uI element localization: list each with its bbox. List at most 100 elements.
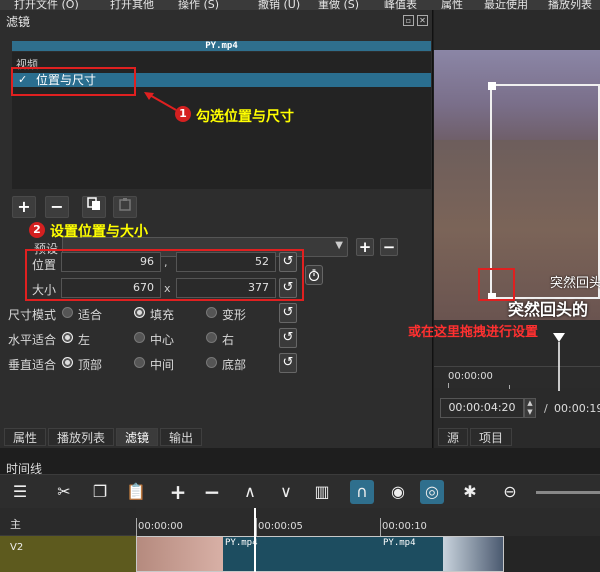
v-fit-bottom-label: 底部 (222, 358, 247, 372)
tab-source[interactable]: 源 (438, 428, 469, 446)
ripple-icon[interactable]: ◎ (420, 480, 444, 504)
v-fit-bottom-radio[interactable] (206, 357, 217, 368)
v-fit-middle-label: 中间 (150, 358, 175, 372)
add-filter-button[interactable]: + (12, 196, 36, 218)
size-mode-fit-radio[interactable] (62, 307, 73, 318)
playhead-marker-icon[interactable] (552, 333, 566, 393)
tab-playlist[interactable]: 播放列表 (48, 428, 115, 446)
ruler-label-0: 00:00:00 (138, 521, 183, 532)
zoom-slider[interactable] (536, 491, 600, 494)
track-main-label: 主 (10, 518, 21, 531)
lift-icon[interactable]: ∧ (238, 480, 262, 504)
close-panel-icon[interactable]: ✕ (417, 15, 428, 26)
transform-handle-top-left[interactable] (488, 82, 496, 90)
timeline-clip[interactable]: PY.mp4 PY.mp4 (136, 536, 504, 572)
annotation-box-handle (478, 268, 515, 301)
size-mode-fill-radio[interactable] (134, 307, 145, 318)
h-fit-left-radio[interactable] (62, 332, 73, 343)
add-preset-button[interactable]: + (356, 238, 374, 256)
float-window-icon[interactable]: ▫ (403, 15, 414, 26)
ripple-all-icon[interactable]: ✱ (458, 480, 482, 504)
menu-bar: 打开文件 (O) 打开其他 操作 (S) 撤销 (U) 重做 (S) 峰值表 属… (0, 0, 600, 10)
paste-filter-button[interactable] (113, 196, 137, 218)
reset-size-mode-button[interactable]: ↺ (279, 303, 297, 323)
annotation-note-3: 或在这里拖拽进行设置 (408, 325, 539, 340)
current-timecode-input[interactable]: 00:00:04:20 (440, 398, 524, 418)
track-header-main[interactable]: 主 (0, 508, 136, 536)
size-mode-distort-label: 变形 (222, 308, 247, 322)
keyframe-stopwatch-button[interactable] (305, 265, 323, 285)
menu-icon[interactable]: ☰ (8, 480, 32, 504)
overwrite-icon[interactable]: ∨ (274, 480, 298, 504)
menu-operations[interactable]: 操作 (S) (178, 0, 219, 10)
remove-preset-button[interactable]: − (380, 238, 398, 256)
timeline-area[interactable]: 主 V2 00:00:00 00:00:05 00:00:10 PY.mp4 P… (0, 508, 600, 572)
player-ruler-start: 00:00:00 (448, 371, 493, 382)
v-fit-middle-radio[interactable] (134, 357, 145, 368)
dock-tabs: 属性 播放列表 滤镜 输出 (4, 428, 203, 446)
h-fit-right-radio[interactable] (206, 332, 217, 343)
ruler-tick (136, 518, 137, 536)
remove-filter-button[interactable]: − (45, 196, 69, 218)
menu-redo[interactable]: 重做 (S) (318, 0, 359, 10)
tab-export[interactable]: 输出 (160, 428, 203, 446)
ruler-label-5: 00:00:05 (258, 521, 303, 532)
tab-project[interactable]: 项目 (470, 428, 513, 446)
tab-properties[interactable]: 属性 (4, 428, 47, 446)
menu-open-other[interactable]: 打开其他 (110, 0, 154, 10)
video-preview[interactable]: 突然回头 突然回头的 (434, 50, 600, 320)
copy-icon[interactable]: ❐ (88, 480, 112, 504)
cut-icon[interactable]: ✂ (52, 480, 76, 504)
stopwatch-icon (308, 269, 320, 282)
clip-label-2: PY.mp4 (383, 538, 416, 548)
menu-properties[interactable]: 属性 (441, 0, 463, 10)
annotation-badge-2: 2 (29, 222, 45, 238)
h-fit-left-label: 左 (78, 333, 91, 347)
filter-panel-title: 滤镜 (6, 15, 31, 29)
player-top-area (434, 10, 600, 50)
zoom-out-icon[interactable]: ⊖ (498, 480, 522, 504)
annotation-box-filter (11, 67, 136, 96)
transform-rectangle[interactable] (490, 84, 600, 299)
reset-v-fit-button[interactable]: ↺ (279, 353, 297, 373)
menu-playlist[interactable]: 播放列表 (548, 0, 592, 10)
subtitle-preview-large: 突然回头的 (508, 300, 589, 319)
menu-open-file[interactable]: 打开文件 (O) (14, 0, 79, 10)
copy-filter-button[interactable] (82, 196, 106, 218)
snap-magnet-icon[interactable]: ∩ (350, 480, 374, 504)
paste-icon (119, 198, 131, 211)
timeline-ruler[interactable]: 00:00:00 00:00:05 00:00:10 (136, 508, 600, 536)
track-header-v2[interactable]: V2 (0, 536, 136, 572)
reset-h-fit-button[interactable]: ↺ (279, 328, 297, 348)
menu-undo[interactable]: 撤销 (U) (258, 0, 300, 10)
clip-thumbnail-end (443, 537, 503, 571)
annotation-arrow-1-icon (144, 92, 177, 111)
split-icon[interactable]: ▥ (310, 480, 334, 504)
annotation-badge-1: 1 (175, 106, 191, 122)
h-fit-label: 水平适合 (8, 333, 57, 347)
tab-filters[interactable]: 滤镜 (116, 428, 159, 446)
size-mode-distort-radio[interactable] (206, 307, 217, 318)
total-duration: 00:00:19:2 (554, 402, 600, 415)
timecode-spinner[interactable]: ▲ ▼ (524, 398, 536, 418)
annotation-note-1: 勾选位置与尺寸 (196, 109, 294, 125)
timeline-playhead[interactable] (254, 508, 256, 572)
player-ruler-tick (509, 385, 510, 389)
chevron-down-icon: ▼ (335, 240, 343, 251)
clip-label-1: PY.mp4 (225, 538, 258, 548)
size-mode-label: 尺寸模式 (8, 308, 57, 322)
annotation-box-fields (25, 249, 304, 301)
player-ruler[interactable]: 00:00:00 (434, 366, 600, 389)
append-icon[interactable]: + (166, 480, 190, 504)
ruler-label-10: 00:00:10 (382, 521, 427, 532)
menu-peak-meter[interactable]: 峰值表 (384, 0, 417, 10)
paste-icon[interactable]: 📋 (124, 480, 148, 504)
current-file-name: PY.mp4 (12, 41, 431, 51)
remove-icon[interactable]: − (200, 480, 224, 504)
scrub-eye-icon[interactable]: ◉ (386, 480, 410, 504)
player-panel: 突然回头 突然回头的 00:00:00 00:00:04:20 ▲ ▼ / 00:… (434, 10, 600, 448)
h-fit-center-radio[interactable] (134, 332, 145, 343)
menu-recent[interactable]: 最近使用 (484, 0, 528, 10)
v-fit-top-radio[interactable] (62, 357, 73, 368)
player-ruler-ticks (448, 383, 598, 388)
